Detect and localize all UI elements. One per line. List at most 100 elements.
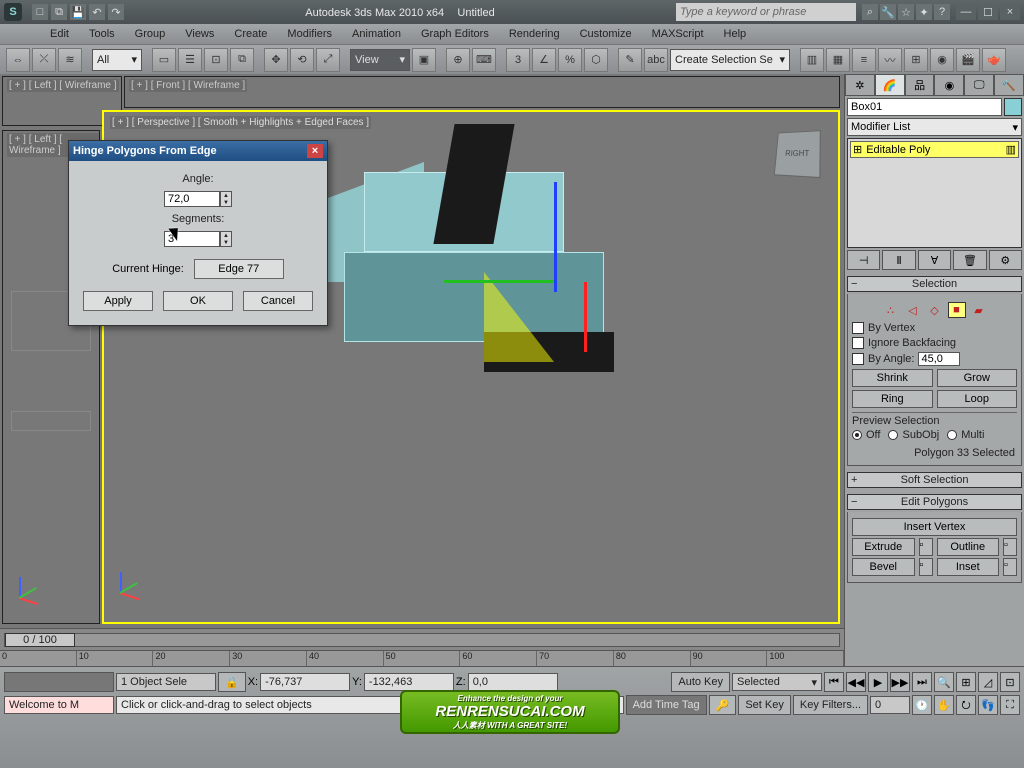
viewport-label[interactable]: [ + ] [ Left ] [ Wireframe ] xyxy=(7,79,119,92)
preview-multi-radio[interactable] xyxy=(947,430,957,440)
prev-frame-icon[interactable]: ◀◀ xyxy=(846,672,866,692)
viewcube-icon[interactable]: RIGHT xyxy=(774,130,821,178)
menu-edit[interactable]: Edit xyxy=(40,25,79,43)
pick-hinge-button[interactable]: Edge 77 xyxy=(194,259,284,279)
set-key-large-button[interactable] xyxy=(4,672,114,692)
goto-end-icon[interactable]: ⏭ xyxy=(912,672,932,692)
spinner-snap-icon[interactable]: ⬡ xyxy=(584,48,608,72)
hierarchy-tab-icon[interactable]: 品 xyxy=(905,74,935,96)
infocenter-icon[interactable]: ⌕ xyxy=(862,4,878,20)
new-icon[interactable]: □ xyxy=(32,4,48,20)
material-editor-icon[interactable]: ◉ xyxy=(930,48,954,72)
align-icon[interactable]: ▦ xyxy=(826,48,850,72)
x-coord-input[interactable]: -76,737 xyxy=(260,673,350,691)
ref-coord-dropdown[interactable]: View▾ xyxy=(350,49,410,71)
create-tab-icon[interactable]: ✲ xyxy=(845,74,875,96)
unlink-icon[interactable]: ⤫ xyxy=(32,48,56,72)
next-frame-icon[interactable]: ▶▶ xyxy=(890,672,910,692)
app-logo-icon[interactable]: S xyxy=(4,3,22,21)
open-icon[interactable]: ⧉ xyxy=(51,4,67,20)
viewport-label[interactable]: [ + ] [ Front ] [ Wireframe ] xyxy=(129,79,247,92)
menu-views[interactable]: Views xyxy=(175,25,224,43)
window-crossing-icon[interactable]: ⧉ xyxy=(230,48,254,72)
communication-icon[interactable]: ☆ xyxy=(898,4,914,20)
autokey-button[interactable]: Auto Key xyxy=(671,672,730,692)
key-filters-button[interactable]: Key Filters... xyxy=(793,695,868,715)
select-object-icon[interactable]: ▭ xyxy=(152,48,176,72)
z-coord-input[interactable]: 0,0 xyxy=(468,673,558,691)
modifier-stack[interactable]: ⊞ Editable Poly ▥ xyxy=(847,138,1022,248)
nav-zoom-all-icon[interactable]: ⊞ xyxy=(956,672,976,692)
menu-modifiers[interactable]: Modifiers xyxy=(277,25,342,43)
selection-filter-dropdown[interactable]: All▾ xyxy=(92,49,142,71)
minimize-button[interactable]: — xyxy=(956,4,976,20)
ok-button[interactable]: OK xyxy=(163,291,233,311)
segments-input[interactable] xyxy=(164,231,220,247)
key-mode-dropdown[interactable]: Selected▾ xyxy=(732,673,822,691)
subscription-icon[interactable]: 🔧 xyxy=(880,4,896,20)
bevel-settings-button[interactable]: ▫ xyxy=(919,558,933,576)
play-icon[interactable]: ▶ xyxy=(868,672,888,692)
grow-button[interactable]: Grow xyxy=(937,369,1018,387)
edit-named-sel-icon[interactable]: ✎ xyxy=(618,48,642,72)
undo-icon[interactable]: ↶ xyxy=(89,4,105,20)
mirror-icon[interactable]: ▥ xyxy=(800,48,824,72)
insert-vertex-button[interactable]: Insert Vertex xyxy=(852,518,1017,536)
maxscript-mini-listener[interactable]: Welcome to M xyxy=(4,696,114,714)
motion-tab-icon[interactable]: ◉ xyxy=(934,74,964,96)
ring-button[interactable]: Ring xyxy=(852,390,933,408)
menu-graph-editors[interactable]: Graph Editors xyxy=(411,25,499,43)
make-unique-icon[interactable]: ∀ xyxy=(918,250,951,270)
menu-rendering[interactable]: Rendering xyxy=(499,25,570,43)
pin-stack-icon[interactable]: ⊣ xyxy=(847,250,880,270)
outline-button[interactable]: Outline xyxy=(937,538,1000,556)
preview-subobj-radio[interactable] xyxy=(888,430,898,440)
edit-polygons-rollout-header[interactable]: −Edit Polygons xyxy=(847,494,1022,510)
by-angle-input[interactable] xyxy=(918,352,960,366)
angle-snap-icon[interactable]: ∠ xyxy=(532,48,556,72)
toggle-icon[interactable]: ▥ xyxy=(1006,143,1016,156)
shrink-button[interactable]: Shrink xyxy=(852,369,933,387)
apply-button[interactable]: Apply xyxy=(83,291,153,311)
select-by-name-icon[interactable]: ☰ xyxy=(178,48,202,72)
favorites-icon[interactable]: ✦ xyxy=(916,4,932,20)
setkey-button[interactable]: Set Key xyxy=(738,695,791,715)
ignore-backfacing-checkbox[interactable] xyxy=(852,337,864,349)
viewport-label[interactable]: [ + ] [ Perspective ] [ Smooth + Highlig… xyxy=(110,116,371,129)
loop-button[interactable]: Loop xyxy=(937,390,1018,408)
dialog-close-button[interactable]: × xyxy=(307,144,323,158)
y-axis-icon[interactable] xyxy=(444,280,554,283)
key-icon-button[interactable]: 🔑 xyxy=(709,695,737,715)
border-subobj-icon[interactable]: ◇ xyxy=(926,302,944,318)
stack-item-editable-poly[interactable]: ⊞ Editable Poly ▥ xyxy=(850,141,1019,158)
time-ruler[interactable]: 0 10 20 30 40 50 60 70 80 90 100 xyxy=(0,650,844,666)
goto-start-icon[interactable]: ⏮ xyxy=(824,672,844,692)
menu-tools[interactable]: Tools xyxy=(79,25,125,43)
redo-icon[interactable]: ↷ xyxy=(108,4,124,20)
extrude-settings-button[interactable]: ▫ xyxy=(919,538,933,556)
element-subobj-icon[interactable]: ▰ xyxy=(970,302,988,318)
selection-rollout-header[interactable]: −Selection xyxy=(847,276,1022,292)
polygon-subobj-icon[interactable]: ■ xyxy=(948,302,966,318)
nav-fov-icon[interactable]: ◿ xyxy=(978,672,998,692)
time-tag-button[interactable]: Add Time Tag xyxy=(626,695,707,715)
menu-group[interactable]: Group xyxy=(125,25,176,43)
render-setup-icon[interactable]: 🎬 xyxy=(956,48,980,72)
lock-selection-icon[interactable]: 🔒 xyxy=(218,672,246,692)
z-axis-icon[interactable] xyxy=(554,182,557,292)
edge-subobj-icon[interactable]: ◁ xyxy=(904,302,922,318)
named-selection-dropdown[interactable]: Create Selection Se▾ xyxy=(670,49,790,71)
modify-tab-icon[interactable]: 🌈 xyxy=(875,74,905,96)
maximize-button[interactable]: ☐ xyxy=(978,4,998,20)
snap-3d-icon[interactable]: 3 xyxy=(506,48,530,72)
segments-spinner[interactable]: ▲▼ xyxy=(220,231,232,247)
modifier-list-dropdown[interactable]: Modifier List▾ xyxy=(847,118,1022,136)
menu-help[interactable]: Help xyxy=(714,25,757,43)
extrude-button[interactable]: Extrude xyxy=(852,538,915,556)
nav-zoom-ext-icon[interactable]: ⊡ xyxy=(1000,672,1020,692)
show-end-result-icon[interactable]: Ⅱ xyxy=(882,250,915,270)
menu-create[interactable]: Create xyxy=(224,25,277,43)
expand-icon[interactable]: ⊞ xyxy=(853,143,862,156)
nav-maximize-icon[interactable]: ⛶ xyxy=(1000,695,1020,715)
utilities-tab-icon[interactable]: 🔨 xyxy=(994,74,1024,96)
